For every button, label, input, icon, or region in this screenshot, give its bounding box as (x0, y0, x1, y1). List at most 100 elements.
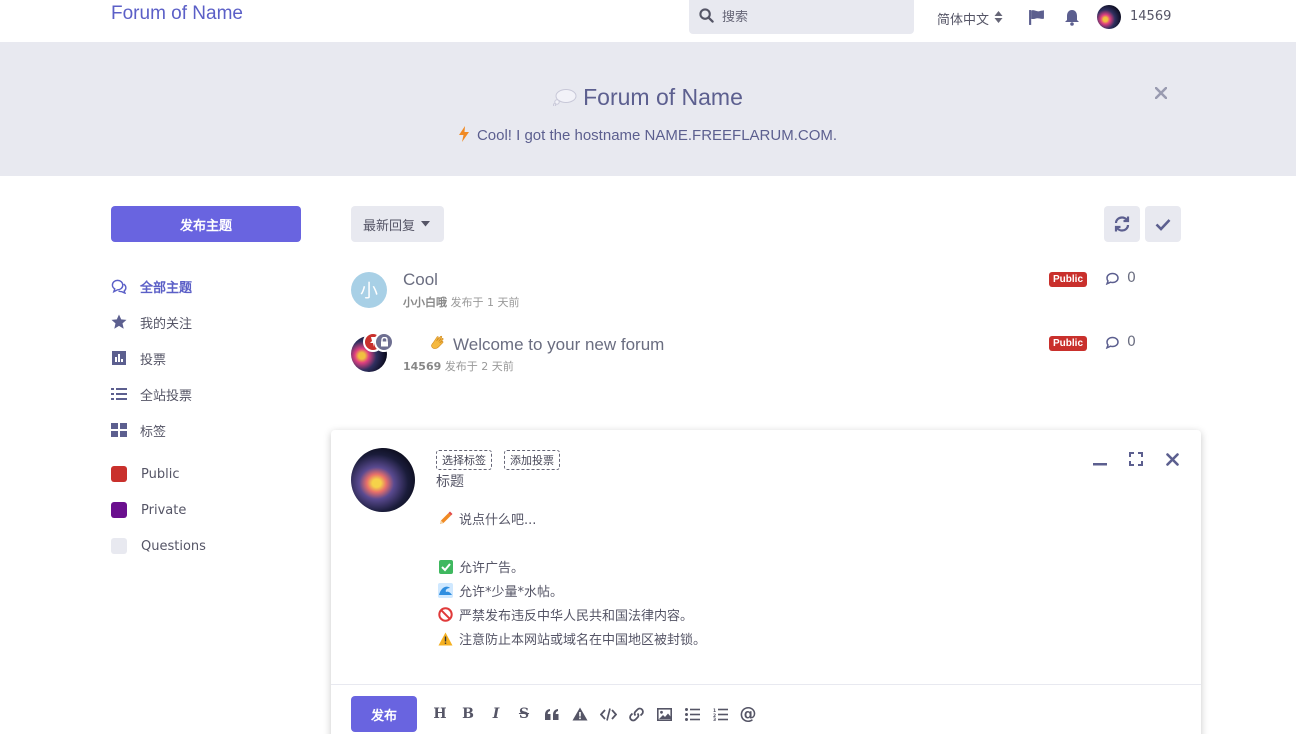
username-label[interactable]: 14569 (1130, 9, 1171, 24)
forum-brand-link[interactable]: Forum of Name (111, 3, 243, 25)
close-icon[interactable] (1154, 80, 1168, 104)
tag-badge-public[interactable]: Public (1049, 336, 1088, 351)
language-label: 简体中文 (937, 13, 990, 28)
tag-color-swatch (111, 502, 127, 518)
rule-text: 允许广告。 (459, 561, 525, 576)
refresh-button[interactable] (1104, 206, 1140, 242)
warning-icon (438, 631, 453, 646)
hero-subtitle: Cool! I got the hostname NAME.FREEFLARUM… (0, 126, 1296, 146)
bell-icon[interactable] (1063, 8, 1081, 26)
tag-color-swatch (111, 538, 127, 554)
refresh-icon (1113, 215, 1131, 233)
search-box[interactable] (689, 0, 914, 34)
close-icon[interactable] (1163, 450, 1181, 468)
author-avatar[interactable]: 小 (351, 272, 387, 308)
welcome-hero: Forum of Name Cool! I got the hostname N… (0, 42, 1296, 176)
sidebar-item-label: 投票 (140, 352, 167, 368)
mark-all-read-button[interactable] (1145, 206, 1181, 242)
svg-text:3: 3 (713, 717, 716, 721)
sort-arrows-icon (994, 10, 1003, 27)
sort-label: 最新回复 (363, 218, 416, 234)
rule-line: 注意防止本网站或域名在中国地区被封锁。 (438, 629, 706, 648)
discussion-meta: 小小白哦 发布于 1 天前 (403, 294, 520, 310)
start-discussion-button[interactable]: 发布主题 (111, 206, 301, 242)
language-selector[interactable]: 简体中文 (937, 9, 1003, 28)
minimize-icon[interactable] (1091, 450, 1109, 468)
tag-color-swatch (111, 466, 127, 482)
italic-icon[interactable]: I (487, 705, 505, 723)
sidebar-item-label: 我的关注 (140, 316, 193, 332)
image-icon[interactable] (655, 705, 673, 723)
spoiler-warning-icon[interactable] (571, 705, 589, 723)
numbered-list-icon[interactable]: 123 (711, 705, 729, 723)
reply-count: 0 (1105, 270, 1136, 286)
sidebar-item-all-discussions[interactable]: 全部主题 (111, 268, 311, 304)
sidebar-tag-public[interactable]: Public (111, 456, 311, 492)
comment-icon (1105, 272, 1120, 285)
sidebar-tag-questions[interactable]: Questions (111, 528, 311, 564)
title-input[interactable] (436, 474, 936, 490)
fullscreen-icon[interactable] (1127, 450, 1145, 468)
discussion-title-text: Welcome to your new forum (453, 335, 665, 354)
sidebar-item-tags[interactable]: 标签 (111, 412, 311, 448)
mention-icon[interactable]: @ (739, 704, 757, 724)
tag-badge-public[interactable]: Public (1049, 272, 1088, 287)
reply-count-value: 0 (1127, 334, 1136, 350)
heading-icon[interactable]: H (431, 705, 449, 723)
sidebar-tag-label: Public (141, 466, 180, 482)
search-icon (699, 7, 714, 27)
bar-chart-icon (111, 350, 127, 366)
composer-panel: 选择标签 添加投票 说点什么吧... 允许广告。 允许*少量*水帖。 严禁发布违… (331, 430, 1201, 734)
quote-icon[interactable] (543, 705, 561, 723)
discussion-row[interactable]: Welcome to your new forum 14569 发布于 2 天前… (351, 332, 1181, 384)
rule-text: 注意防止本网站或域名在中国地区被封锁。 (459, 633, 707, 648)
sidebar-item-following[interactable]: 我的关注 (111, 304, 311, 340)
publish-button[interactable]: 发布 (351, 696, 417, 732)
discussion-title[interactable]: Cool (403, 270, 438, 290)
rule-line: 允许*少量*水帖。 (438, 581, 563, 600)
water-wave-icon (438, 583, 453, 598)
check-box-icon (438, 559, 453, 574)
bullet-list-icon[interactable] (683, 705, 701, 723)
hero-title-text: Forum of Name (583, 84, 743, 110)
grid-icon (111, 422, 127, 438)
discussion-title[interactable]: Welcome to your new forum (429, 334, 664, 357)
discussion-author[interactable]: 小小白哦 (403, 296, 447, 309)
hero-title: Forum of Name (0, 84, 1296, 112)
search-input[interactable] (722, 9, 902, 25)
composer-body-prompt[interactable]: 说点什么吧... (438, 509, 536, 528)
discussion-author[interactable]: 14569 (403, 360, 441, 373)
rule-text: 允许*少量*水帖。 (459, 585, 564, 600)
flag-icon[interactable] (1027, 8, 1045, 26)
sidebar-tag-private[interactable]: Private (111, 492, 311, 528)
sort-dropdown[interactable]: 最新回复 (351, 206, 444, 242)
sidebar-item-polls[interactable]: 投票 (111, 340, 311, 376)
discussion-time: 发布于 2 天前 (444, 360, 514, 373)
choose-tags-button[interactable]: 选择标签 (436, 450, 492, 470)
code-icon[interactable] (599, 705, 617, 723)
hero-subtitle-text: Cool! I got the hostname NAME.FREEFLARUM… (476, 126, 838, 144)
sidebar-tags: Public Private Questions (111, 456, 311, 564)
bold-icon[interactable]: B (459, 705, 477, 723)
lightning-icon (458, 126, 469, 146)
sidebar-item-label: 全站投票 (140, 388, 193, 404)
check-icon (1155, 218, 1171, 231)
comment-icon (1105, 336, 1120, 349)
chat-bubbles-icon (111, 278, 127, 294)
sidebar-item-all-polls[interactable]: 全站投票 (111, 376, 311, 412)
rule-text: 严禁发布违反中华人民共和国法律内容。 (459, 609, 694, 624)
user-avatar[interactable] (1097, 5, 1121, 29)
pencil-icon (438, 511, 453, 526)
sidebar-tag-label: Private (141, 502, 187, 518)
link-icon[interactable] (627, 705, 645, 723)
waving-hand-icon (429, 334, 447, 357)
top-header: Forum of Name 简体中文 14569 (0, 0, 1296, 42)
add-poll-button[interactable]: 添加投票 (504, 450, 560, 470)
strikethrough-icon[interactable]: S (515, 705, 533, 723)
thought-bubble-icon (552, 85, 577, 112)
discussion-row[interactable]: 小 Cool 小小白哦 发布于 1 天前 Public 0 (351, 270, 1181, 320)
sidebar-item-label: 标签 (140, 424, 167, 440)
sidebar-item-label: 全部主题 (140, 280, 193, 296)
prohibited-icon (438, 607, 453, 622)
reply-count-value: 0 (1127, 270, 1136, 286)
